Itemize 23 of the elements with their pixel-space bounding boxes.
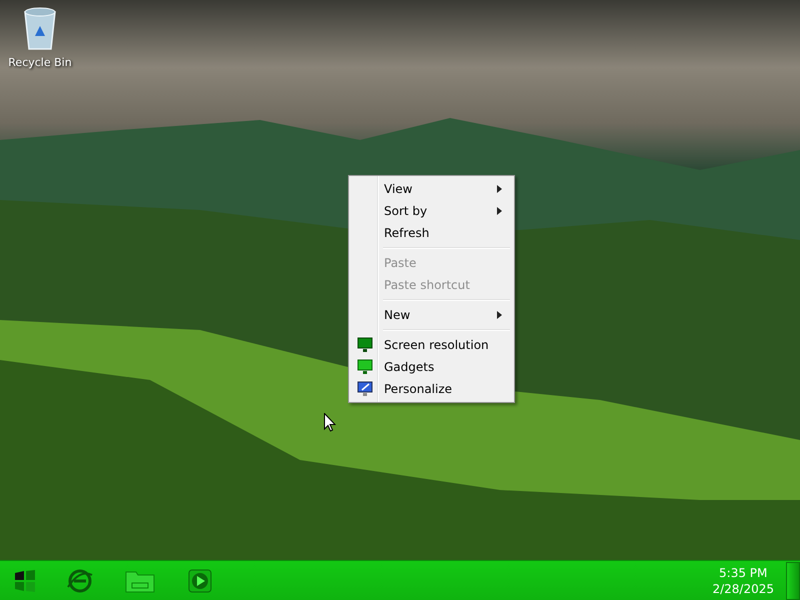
show-desktop-button[interactable] bbox=[786, 562, 800, 600]
browser-e-icon bbox=[66, 566, 94, 594]
submenu-arrow-icon bbox=[497, 207, 502, 215]
menu-item[interactable]: Sort by bbox=[351, 200, 512, 222]
desktop-icon[interactable]: Recycle Bin bbox=[4, 6, 76, 69]
trash-bin-icon bbox=[22, 6, 58, 50]
monitor-brush-icon bbox=[357, 381, 373, 397]
play-icon bbox=[188, 568, 212, 592]
submenu-arrow-icon bbox=[497, 185, 502, 193]
mouse-pointer-icon bbox=[324, 413, 336, 432]
menu-item[interactable]: Screen resolution bbox=[351, 334, 512, 356]
clock-date: 2/28/2025 bbox=[712, 580, 774, 596]
menu-item[interactable]: Personalize bbox=[351, 378, 512, 400]
menu-item[interactable]: Gadgets bbox=[351, 356, 512, 378]
menu-item[interactable]: New bbox=[351, 304, 512, 326]
clock-time: 5:35 PM bbox=[719, 564, 768, 580]
monitor-icon bbox=[357, 359, 373, 375]
menu-item[interactable]: View bbox=[351, 178, 512, 200]
monitor-icon bbox=[357, 337, 373, 353]
icon-label: Recycle Bin bbox=[8, 56, 72, 69]
submenu-arrow-icon bbox=[497, 311, 502, 319]
menu-item[interactable]: Refresh bbox=[351, 222, 512, 244]
windows-logo-icon bbox=[12, 568, 38, 594]
